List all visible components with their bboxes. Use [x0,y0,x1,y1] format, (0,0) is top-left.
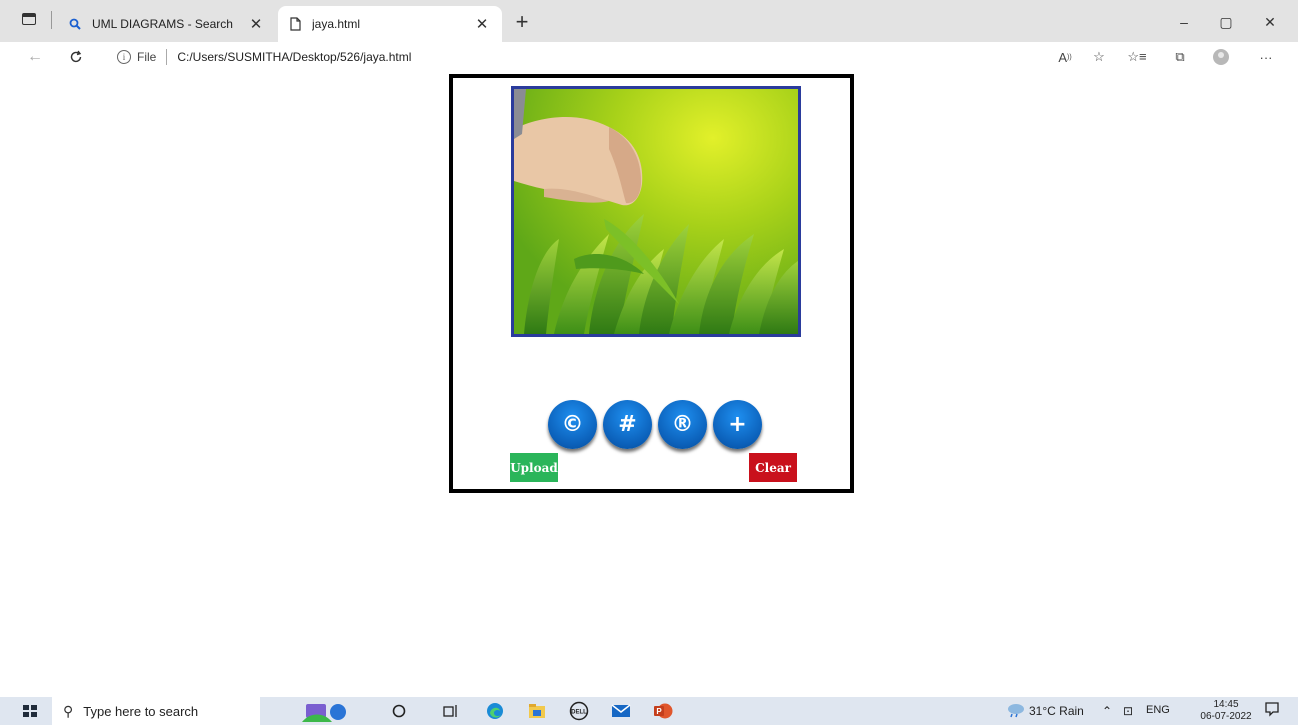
tab-label: jaya.html [312,17,361,31]
more-menu-icon[interactable]: ··· [1253,45,1279,69]
tab-label: UML DIAGRAMS - Search [92,17,233,31]
add-favorite-icon[interactable]: ☆ [1086,45,1112,69]
search-icon [68,17,82,31]
svg-text:DELL: DELL [571,710,587,716]
clock-time: 14:45 [1213,699,1239,710]
network-icon[interactable]: ⊡ [1123,704,1133,718]
edge-browser-icon[interactable] [484,701,506,721]
restore-button[interactable]: ▢ [1206,8,1246,36]
copyright-button[interactable]: © [548,400,597,449]
windows-start-icon[interactable] [23,705,37,717]
language-indicator[interactable]: ENG [1146,704,1170,716]
mail-icon[interactable] [610,701,632,721]
close-tab-icon[interactable]: ✕ [246,14,266,34]
profile-avatar[interactable] [1208,45,1234,69]
file-explorer-icon[interactable] [526,701,548,721]
address-bar[interactable]: i File C:/Users/SUSMITHA/Desktop/526/jay… [104,44,1106,70]
url-text[interactable]: C:/Users/SUSMITHA/Desktop/526/jaya.html [177,50,411,64]
widgets-icon[interactable] [300,701,350,722]
hash-button[interactable]: # [603,400,652,449]
cortana-icon[interactable] [388,701,410,721]
new-tab-button[interactable]: + [508,8,536,36]
svg-text:P: P [656,707,662,716]
info-icon[interactable]: i [117,50,131,64]
document-icon [288,17,302,31]
taskbar-clock[interactable]: 14:45 06-07-2022 [1200,699,1252,723]
tab-jaya-html[interactable]: jaya.html ✕ [278,6,502,42]
taskbar-search-box[interactable]: ⚲ Type here to search [52,697,260,725]
notifications-icon[interactable] [1264,701,1280,720]
file-scheme-label: File [137,50,157,64]
search-icon: ⚲ [63,702,74,719]
powerpoint-icon[interactable]: P [652,701,674,721]
grass-image [511,86,801,337]
address-divider [166,49,168,65]
refresh-button[interactable] [63,45,89,69]
plus-button[interactable]: + [713,400,762,449]
taskbar-search-placeholder: Type here to search [83,703,199,719]
clear-button[interactable]: Clear [749,453,797,482]
close-tab-icon[interactable]: ✕ [472,14,492,34]
task-view-icon[interactable] [440,701,462,721]
windows-taskbar: ⚲ Type here to search DELL P 31°C Rain ⌃… [0,697,1298,725]
tab-divider [51,11,52,29]
upload-button[interactable]: Upload [510,453,558,482]
weather-icon[interactable] [1006,702,1026,721]
minimize-button[interactable]: – [1164,8,1204,36]
read-aloud-icon[interactable]: A)) [1052,45,1078,69]
grass-illustration [514,89,798,334]
address-toolbar: ← i File C:/Users/SUSMITHA/Desktop/526/j… [0,42,1298,72]
dell-icon[interactable]: DELL [568,701,590,721]
registered-button[interactable]: ® [658,400,707,449]
collections-icon[interactable]: ⧉ [1167,45,1193,69]
back-button[interactable]: ← [22,45,48,69]
clock-date: 06-07-2022 [1200,711,1252,722]
browser-tab-strip: UML DIAGRAMS - Search ✕ jaya.html ✕ + – … [0,0,1298,42]
tab-uml-diagrams-search[interactable]: UML DIAGRAMS - Search ✕ [58,6,276,42]
favorites-icon[interactable]: ☆≡ [1124,45,1150,69]
weather-text[interactable]: 31°C Rain [1029,704,1084,718]
show-hidden-icons-icon[interactable]: ⌃ [1102,704,1112,718]
symbol-button-row: © # ® + [548,400,762,449]
content-card: © # ® + Upload Clear [449,74,854,493]
close-window-button[interactable]: ✕ [1250,8,1290,36]
tab-actions-icon[interactable] [22,13,36,25]
